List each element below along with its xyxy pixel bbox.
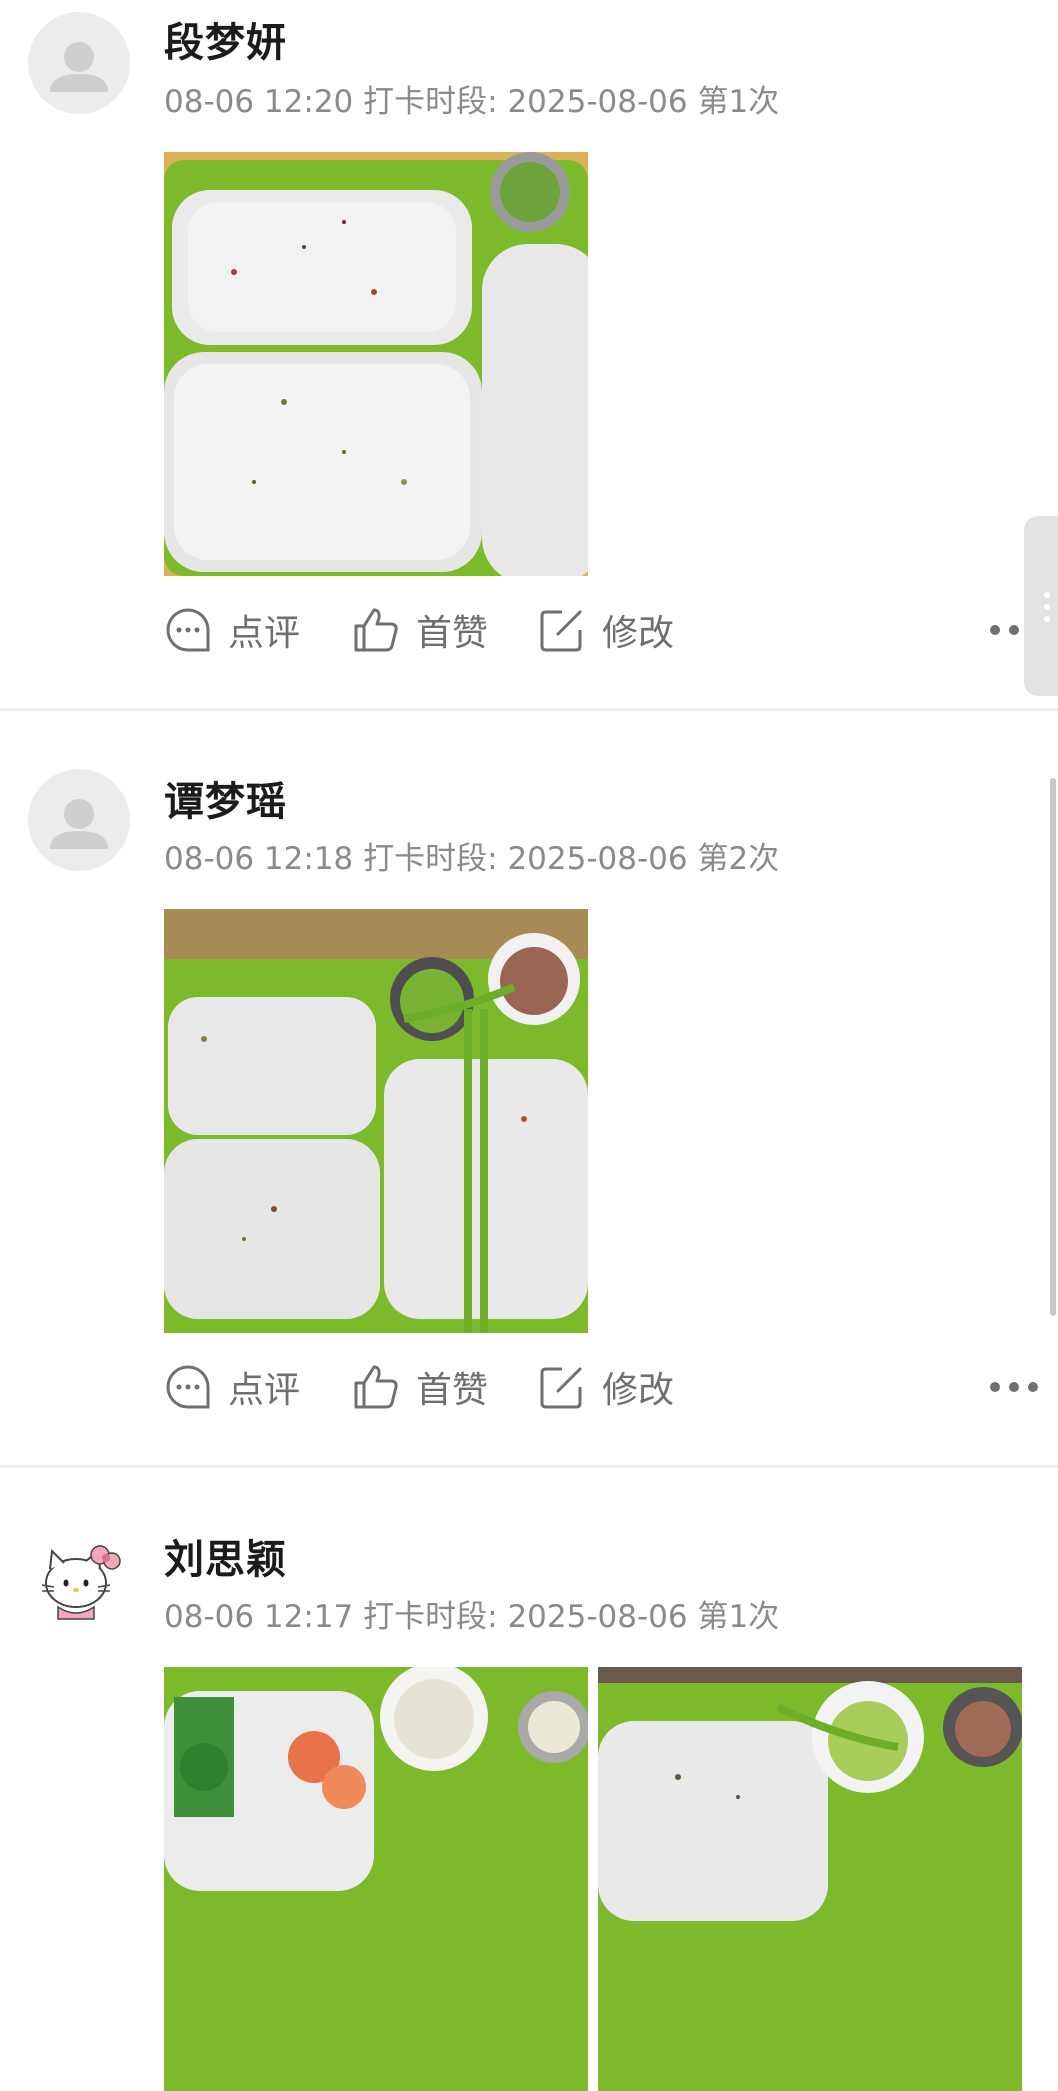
person-placeholder-icon <box>50 42 108 92</box>
comment-label: 点评 <box>228 1370 301 1411</box>
drag-handle-dot <box>1044 592 1050 598</box>
food-tray-photo <box>164 909 588 1333</box>
edit-button[interactable]: 修改 <box>538 1357 674 1417</box>
checkin-meta: 08-06 12:17 打卡时段: 2025-08-06 第1次 <box>164 1591 779 1636</box>
comment-label: 点评 <box>228 613 301 654</box>
avatar[interactable] <box>28 12 130 114</box>
post-photo[interactable] <box>164 1667 588 2091</box>
food-tray-photo <box>598 1667 1022 2091</box>
user-name[interactable]: 刘思颖 <box>164 1527 287 1585</box>
person-placeholder-icon <box>50 799 108 849</box>
more-button[interactable] <box>984 1357 1044 1417</box>
post-card: 段梦妍 08-06 12:20 打卡时段: 2025-08-06 第1次 点评 … <box>0 0 1058 708</box>
more-dots-icon <box>990 1382 1038 1392</box>
post-divider <box>0 708 1058 711</box>
period-label: 打卡时段: <box>363 1599 498 1635</box>
post-photo[interactable] <box>164 909 588 1333</box>
floating-side-tab[interactable] <box>1024 516 1058 696</box>
like-button[interactable]: 首赞 <box>352 1357 488 1417</box>
scrollbar[interactable] <box>1050 778 1056 1316</box>
post-actions: 点评 首赞 修改 <box>164 600 1044 660</box>
thumbs-up-icon <box>354 1365 398 1409</box>
post-card: 谭梦瑶 08-06 12:18 打卡时段: 2025-08-06 第2次 点评 … <box>0 757 1058 1465</box>
like-label: 首赞 <box>416 613 489 654</box>
post-time: 08-06 12:20 <box>164 84 354 120</box>
user-name[interactable]: 段梦妍 <box>164 10 287 68</box>
period-label: 打卡时段: <box>363 841 498 877</box>
thumbs-up-icon <box>354 608 398 652</box>
checkin-count: 第1次 <box>697 1599 780 1635</box>
food-tray-photo <box>164 1667 588 2091</box>
checkin-count: 第2次 <box>697 841 780 877</box>
post-card: 刘思颖 08-06 12:17 打卡时段: 2025-08-06 第1次 <box>0 1515 1058 2091</box>
post-time: 08-06 12:17 <box>164 1599 354 1635</box>
checkin-meta: 08-06 12:20 打卡时段: 2025-08-06 第1次 <box>164 76 779 121</box>
like-button[interactable]: 首赞 <box>352 600 488 660</box>
post-actions: 点评 首赞 修改 <box>164 1357 1044 1417</box>
checkin-count: 第1次 <box>697 84 780 120</box>
drag-handle-dot <box>1044 616 1050 622</box>
drag-handle-dot <box>1044 604 1050 610</box>
edit-label: 修改 <box>602 1370 675 1411</box>
food-tray-photo <box>164 152 588 576</box>
avatar[interactable] <box>28 1527 130 1629</box>
checkin-meta: 08-06 12:18 打卡时段: 2025-08-06 第2次 <box>164 833 779 878</box>
period-date: 2025-08-06 <box>507 841 688 877</box>
avatar[interactable] <box>28 769 130 871</box>
post-divider <box>0 1465 1058 1468</box>
period-label: 打卡时段: <box>363 84 498 120</box>
comment-icon <box>166 1365 210 1409</box>
comment-icon <box>166 608 210 652</box>
user-name[interactable]: 谭梦瑶 <box>164 769 287 827</box>
edit-icon <box>540 1367 582 1409</box>
period-date: 2025-08-06 <box>507 1599 688 1635</box>
comment-button[interactable]: 点评 <box>164 600 300 660</box>
period-date: 2025-08-06 <box>507 84 688 120</box>
hello-kitty-icon <box>41 1545 121 1620</box>
edit-button[interactable]: 修改 <box>538 600 674 660</box>
comment-button[interactable]: 点评 <box>164 1357 300 1417</box>
like-label: 首赞 <box>416 1370 489 1411</box>
edit-label: 修改 <box>602 613 675 654</box>
post-photo[interactable] <box>164 152 588 576</box>
post-photo[interactable] <box>598 1667 1022 2091</box>
post-time: 08-06 12:18 <box>164 841 354 877</box>
edit-icon <box>540 610 582 652</box>
